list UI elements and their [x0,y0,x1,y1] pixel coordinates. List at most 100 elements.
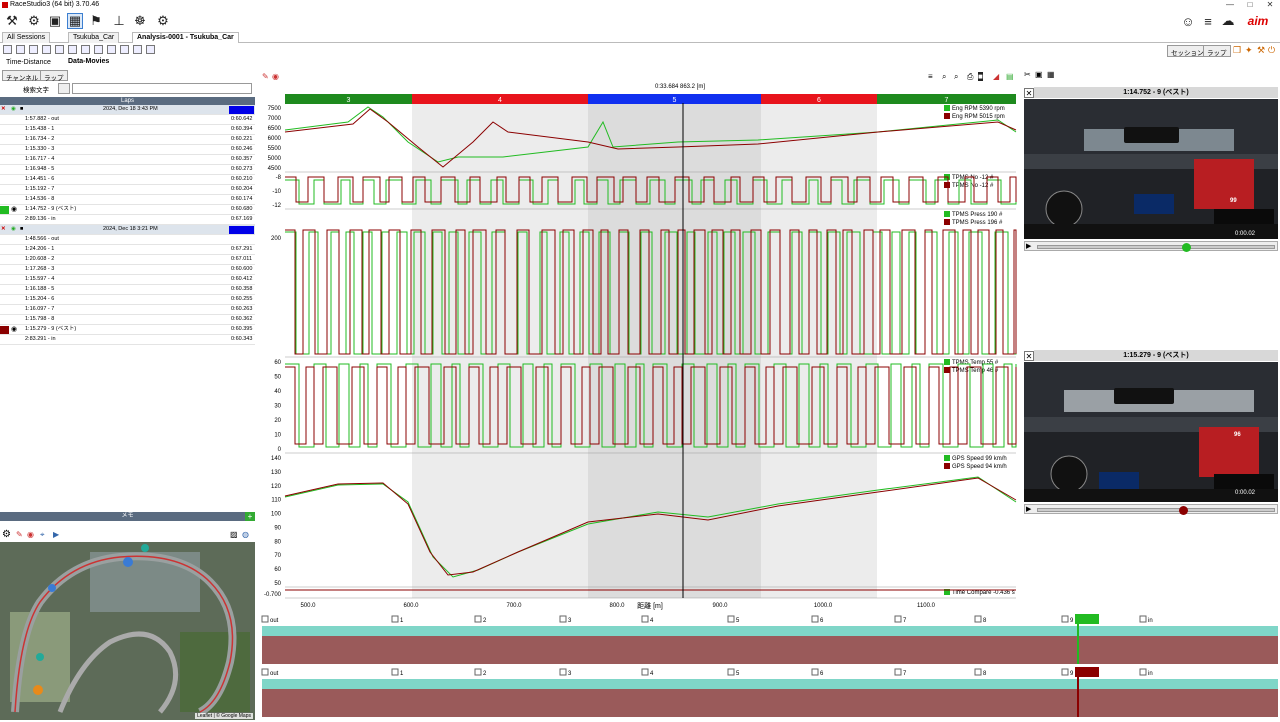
video-frame[interactable]: 99 0:00.02 [1024,99,1278,239]
analysis-icon[interactable]: ▦ [67,13,83,29]
channel-button[interactable]: チャンネル [2,70,43,82]
tab-all-sessions[interactable]: All Sessions [2,32,51,43]
play-icon[interactable]: ▶ [53,530,59,539]
lap-row[interactable]: 1:16.717 - 4 0:60.357 [0,155,255,165]
layout-icon[interactable] [146,45,155,54]
subtab-time-distance[interactable]: Time-Distance [6,59,51,66]
lap-row[interactable]: 1:15.438 - 1 0:60.394 [0,125,255,135]
lap-checkbox[interactable] [1139,668,1147,676]
lap-checkbox[interactable] [559,615,567,623]
globe-icon[interactable]: ◍ [242,530,249,539]
data-plot[interactable]: 3 4 5 6 7 7500 7000 6500 6000 5500 5000 4500 Eng RPM… [258,92,1020,612]
print-icon[interactable]: ⎙ [967,72,973,82]
record-icon[interactable]: ◉ [27,530,34,539]
power-icon[interactable]: ⏻ [1268,45,1275,56]
gear-icon[interactable]: ⚙ [26,13,42,29]
user-icon[interactable]: ☺ [1180,13,1196,29]
video-track[interactable] [1037,243,1275,252]
close-icon[interactable]: ✕ [1,105,6,114]
lap-checkbox[interactable] [811,668,819,676]
tab-analysis[interactable]: Analysis-0001 - Tsukuba_Car [132,32,239,43]
lap-row[interactable]: 1:15.192 - 7 0:60.204 [0,185,255,195]
lap-checkbox[interactable] [727,668,735,676]
lap-strip-canvas[interactable]: out 1 2 3 4 5 6 7 8 9 in out 1 2 3 4 5 6 7 8 9 in [0,612,1280,720]
cloud-icon[interactable]: ☁ [1220,13,1236,29]
device-icon[interactable]: ⊥ [111,13,127,29]
alert-icon[interactable]: ⚑ [88,13,104,29]
layout-icon[interactable] [133,45,142,54]
add-memo-button[interactable]: + [245,512,255,521]
lap-checkbox[interactable] [1139,615,1147,623]
visible-toggle-icon[interactable]: ◉ [11,105,16,114]
lap-checkbox[interactable] [1061,668,1069,676]
lap-checkbox[interactable] [974,668,982,676]
grid-icon[interactable]: ▤ [1006,72,1014,81]
wrench-icon[interactable]: ⚒ [4,13,20,29]
maximize-button[interactable]: □ [1240,0,1260,11]
eye-icon[interactable]: ◉ [11,205,17,214]
lap-checkbox[interactable] [894,668,902,676]
lap-checkbox[interactable] [261,615,269,623]
lap-row[interactable]: 1:16.188 - 5 0:60.358 [0,285,255,295]
lap-row[interactable]: 1:15.597 - 4 0:60.412 [0,275,255,285]
close-icon[interactable]: ✕ [1,225,6,234]
lap-row[interactable]: 1:15.798 - 8 0:60.362 [0,315,255,325]
lap-row[interactable]: 1:16.948 - 5 0:60.273 [0,165,255,175]
layout-icon[interactable] [55,45,64,54]
video-frame[interactable]: 96 0:00.02 [1024,362,1278,502]
plot-canvas[interactable]: 3 4 5 6 7 7500 7000 6500 6000 5500 5000 4500 Eng RPM… [258,92,1020,612]
lap-checkbox[interactable] [559,668,567,676]
lap-button[interactable]: ラップ [1203,45,1231,57]
edit-icon[interactable]: ◢ [993,72,999,81]
layout-icon[interactable] [94,45,103,54]
target-icon[interactable]: ⌖ [40,530,45,540]
lap-row[interactable]: 1:14.536 - 8 0:60.174 [0,195,255,205]
session-row[interactable]: ✕ ◉ ■ 2024, Dec 18 3:43 PM [0,105,255,115]
lap-checkbox[interactable] [474,668,482,676]
lap-tab-button[interactable]: ラップ [40,70,68,82]
lap-checkbox[interactable] [474,615,482,623]
config-icon[interactable]: ☸ [132,13,148,29]
session-button[interactable]: セッション [1167,45,1208,57]
link-icon[interactable]: ✦ [1245,45,1253,56]
lap-row[interactable]: 1:15.330 - 3 0:60.246 [0,145,255,155]
visible-toggle-icon[interactable]: ◉ [11,225,16,234]
layout-icon[interactable] [81,45,90,54]
minimize-button[interactable]: — [1220,0,1240,11]
zoom-icon[interactable] [3,45,12,54]
wifi-icon[interactable]: ≡ [1200,13,1216,29]
close-button[interactable]: ✕ [1260,0,1280,11]
eye-icon[interactable]: ◉ [11,325,17,334]
tab-tsukuba-car[interactable]: Tsukuba_Car [68,32,120,43]
layout-icon[interactable] [42,45,51,54]
export-icon[interactable]: ❐ [1233,45,1241,56]
lap-row[interactable]: 1:15.204 - 6 0:60.255 [0,295,255,305]
pencil-icon[interactable]: ✎ [262,72,269,81]
layout-icon[interactable]: ▦ [1047,70,1055,79]
lap-checkbox[interactable] [391,615,399,623]
lock-icon[interactable]: ■ [20,225,23,234]
record-icon[interactable]: ◉ [272,72,279,81]
lap-checkbox[interactable] [261,668,269,676]
video-track[interactable] [1037,506,1275,515]
session-row[interactable]: ✕ ◉ ■ 2024, Dec 18 3:21 PM [0,225,255,235]
close-video-button[interactable]: ✕ [1024,88,1034,98]
lap-checkbox[interactable] [641,668,649,676]
settings-icon[interactable]: ⚙ [155,13,171,29]
video-knob[interactable] [1181,243,1191,252]
video-knob[interactable] [1179,506,1189,515]
search-input[interactable] [72,83,252,94]
play-icon[interactable]: ▶ [1026,242,1031,250]
layers-icon[interactable]: ▨ [230,530,238,539]
zoom-in-icon[interactable]: ⌕ [942,72,946,82]
lap-row[interactable]: 1:17.268 - 3 0:60.600 [0,265,255,275]
layout-icon[interactable] [29,45,38,54]
lap-row[interactable]: 1:16.097 - 7 0:60.263 [0,305,255,315]
pencil-icon[interactable]: ✎ [16,530,23,539]
lap-checkbox[interactable] [727,615,735,623]
lap-row[interactable]: 2:89.136 - in 0:67.169 [0,215,255,225]
camera-icon[interactable]: ▣ [1035,70,1043,79]
layout-icon[interactable] [16,45,25,54]
ruler-icon[interactable]: ≡ [928,72,933,81]
layout-icon[interactable] [107,45,116,54]
